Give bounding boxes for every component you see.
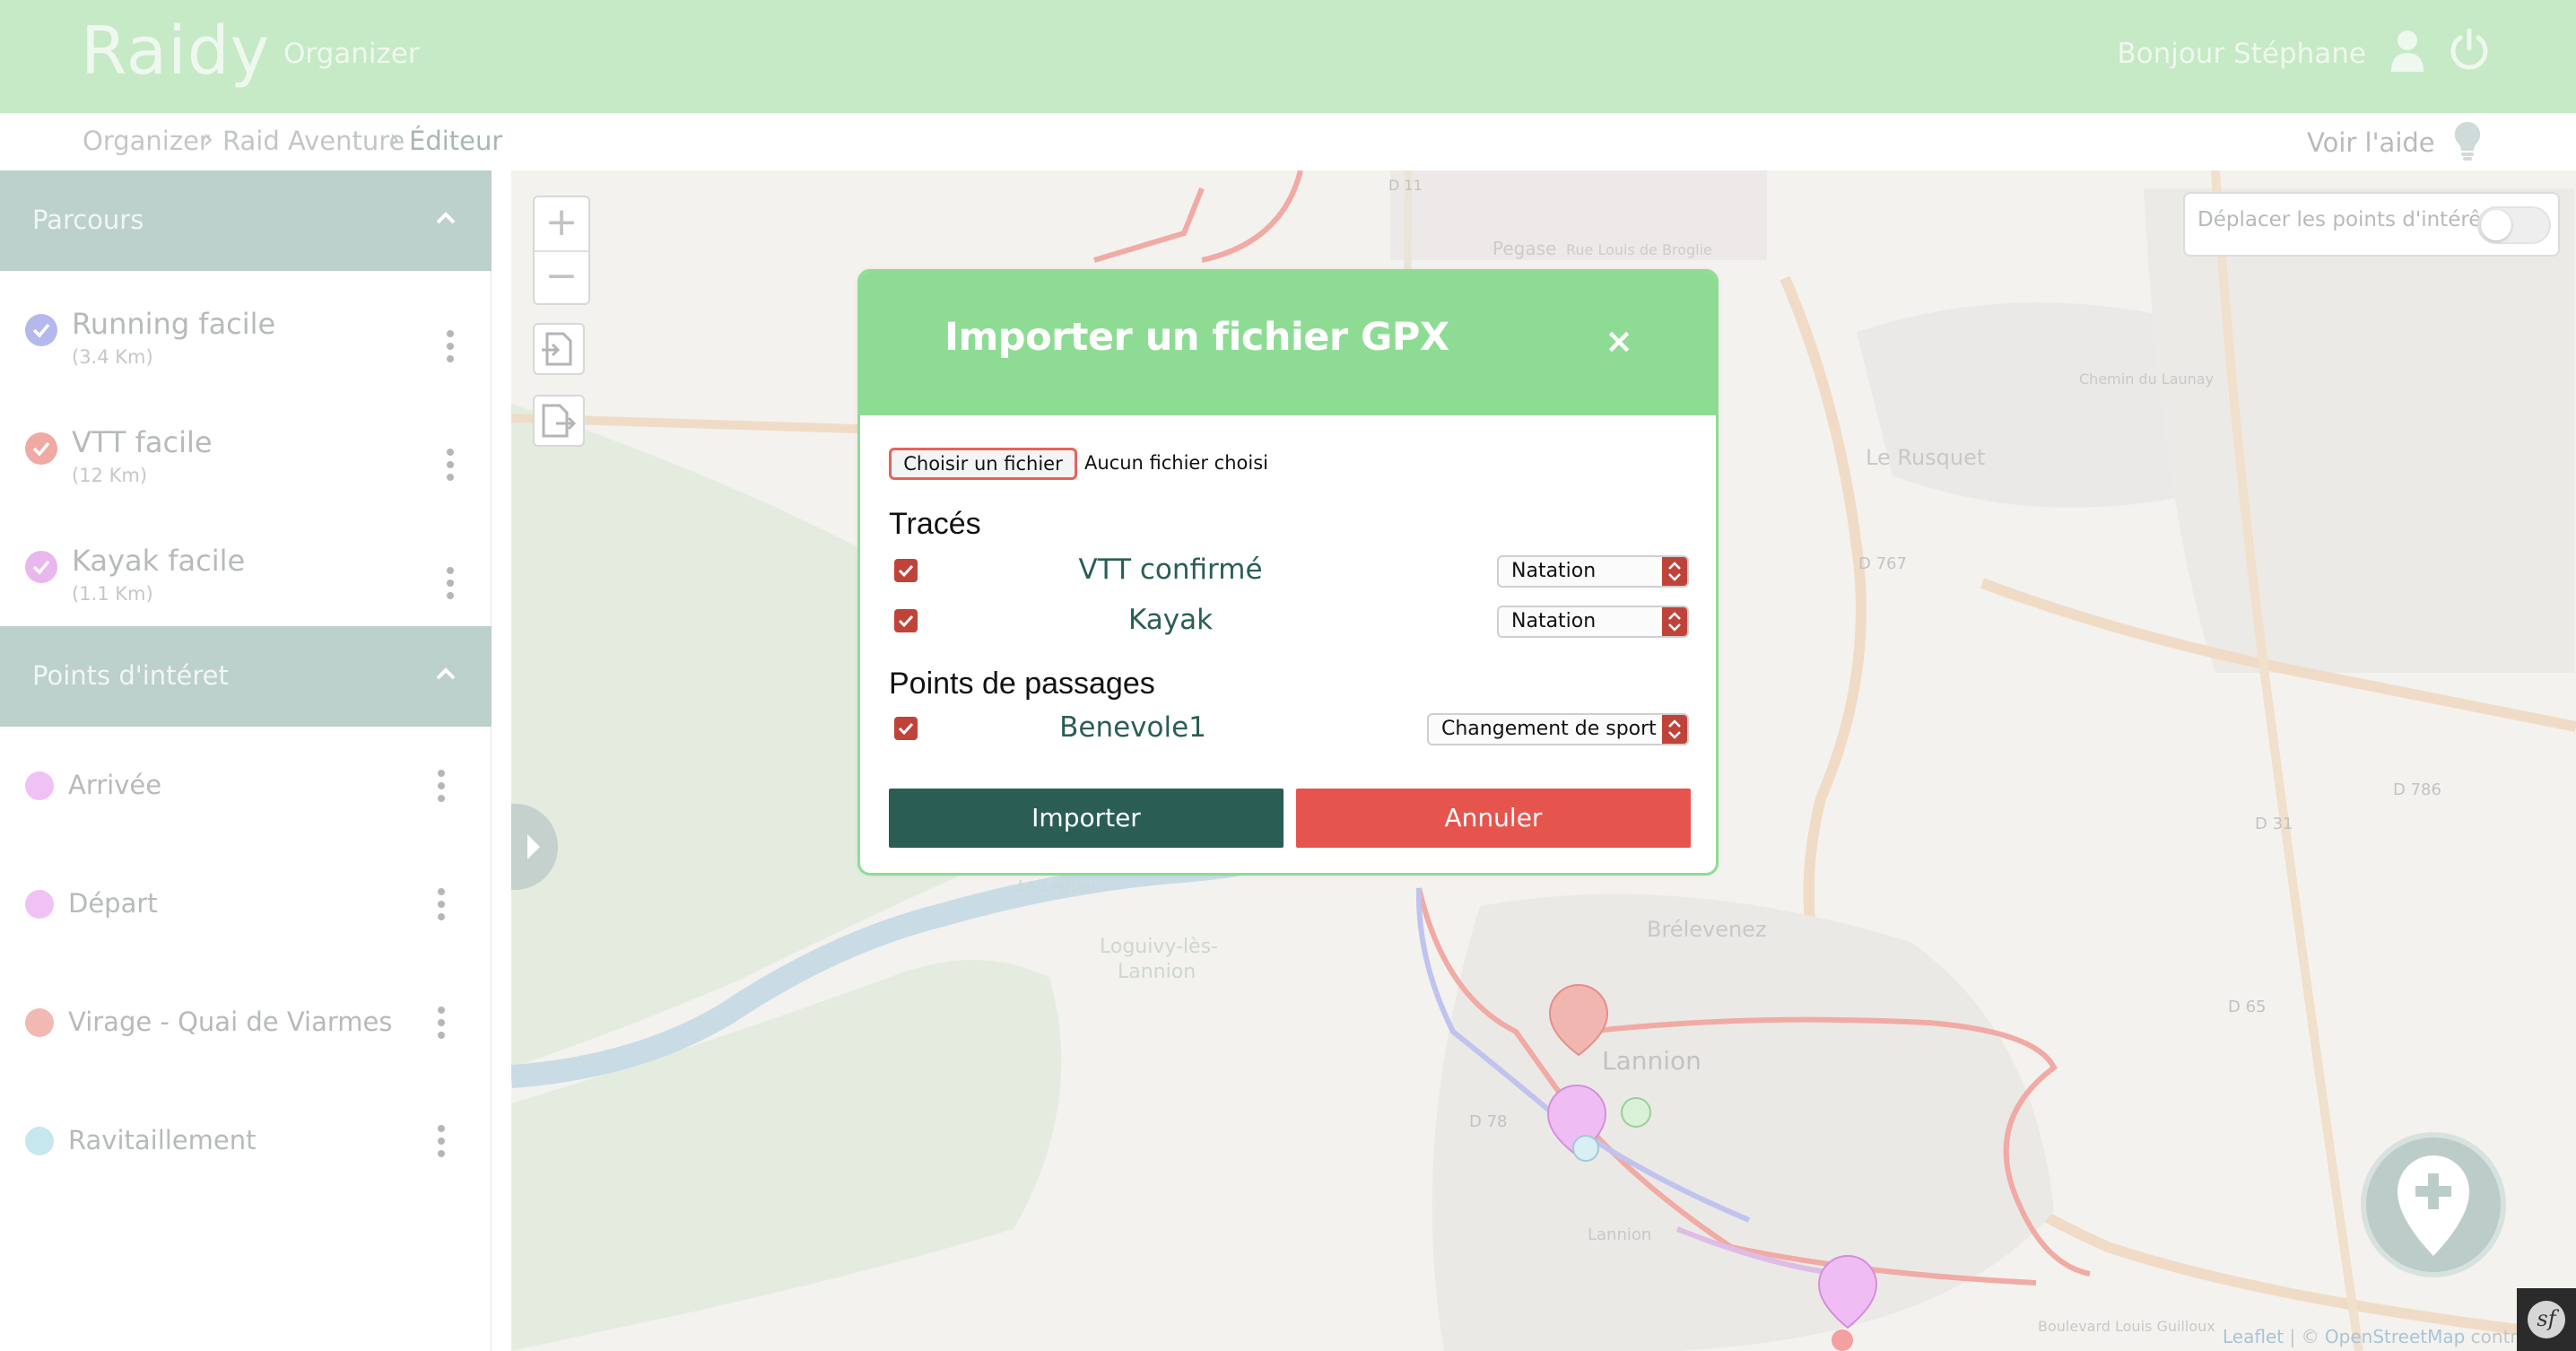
trace-sport-select[interactable]: Natation (1497, 606, 1689, 638)
trace-name: Kayak (1127, 604, 1214, 636)
passage-checkbox[interactable] (894, 717, 918, 740)
select-arrows-icon (1662, 715, 1687, 744)
traces-title: Tracés (889, 507, 981, 541)
select-arrows-icon (1662, 607, 1687, 636)
cancel-button[interactable]: Annuler (1296, 789, 1691, 848)
select-arrows-icon (1662, 557, 1687, 586)
choose-file-button[interactable]: Choisir un fichier (889, 448, 1077, 480)
modal-title: Importer un fichier GPX (944, 315, 1449, 360)
modal-header: Importer un fichier GPX × (860, 272, 1716, 415)
trace-sport-select[interactable]: Natation (1497, 555, 1689, 588)
check-icon (898, 564, 914, 578)
file-status: Aucun fichier choisi (1084, 452, 1268, 474)
trace-name: VTT confirmé (1078, 553, 1263, 586)
passage-type-select[interactable]: Changement de sport (1427, 713, 1689, 745)
import-button[interactable]: Importer (889, 789, 1284, 848)
check-icon (898, 614, 914, 628)
passage-name: Benevole1 (1059, 711, 1206, 744)
import-gpx-modal: Importer un fichier GPX × Choisir un fic… (857, 269, 1719, 876)
check-icon (898, 722, 914, 736)
close-icon[interactable]: × (1597, 320, 1640, 363)
trace-checkbox[interactable] (894, 609, 918, 632)
passages-title: Points de passages (889, 667, 1155, 701)
trace-checkbox[interactable] (894, 559, 918, 582)
